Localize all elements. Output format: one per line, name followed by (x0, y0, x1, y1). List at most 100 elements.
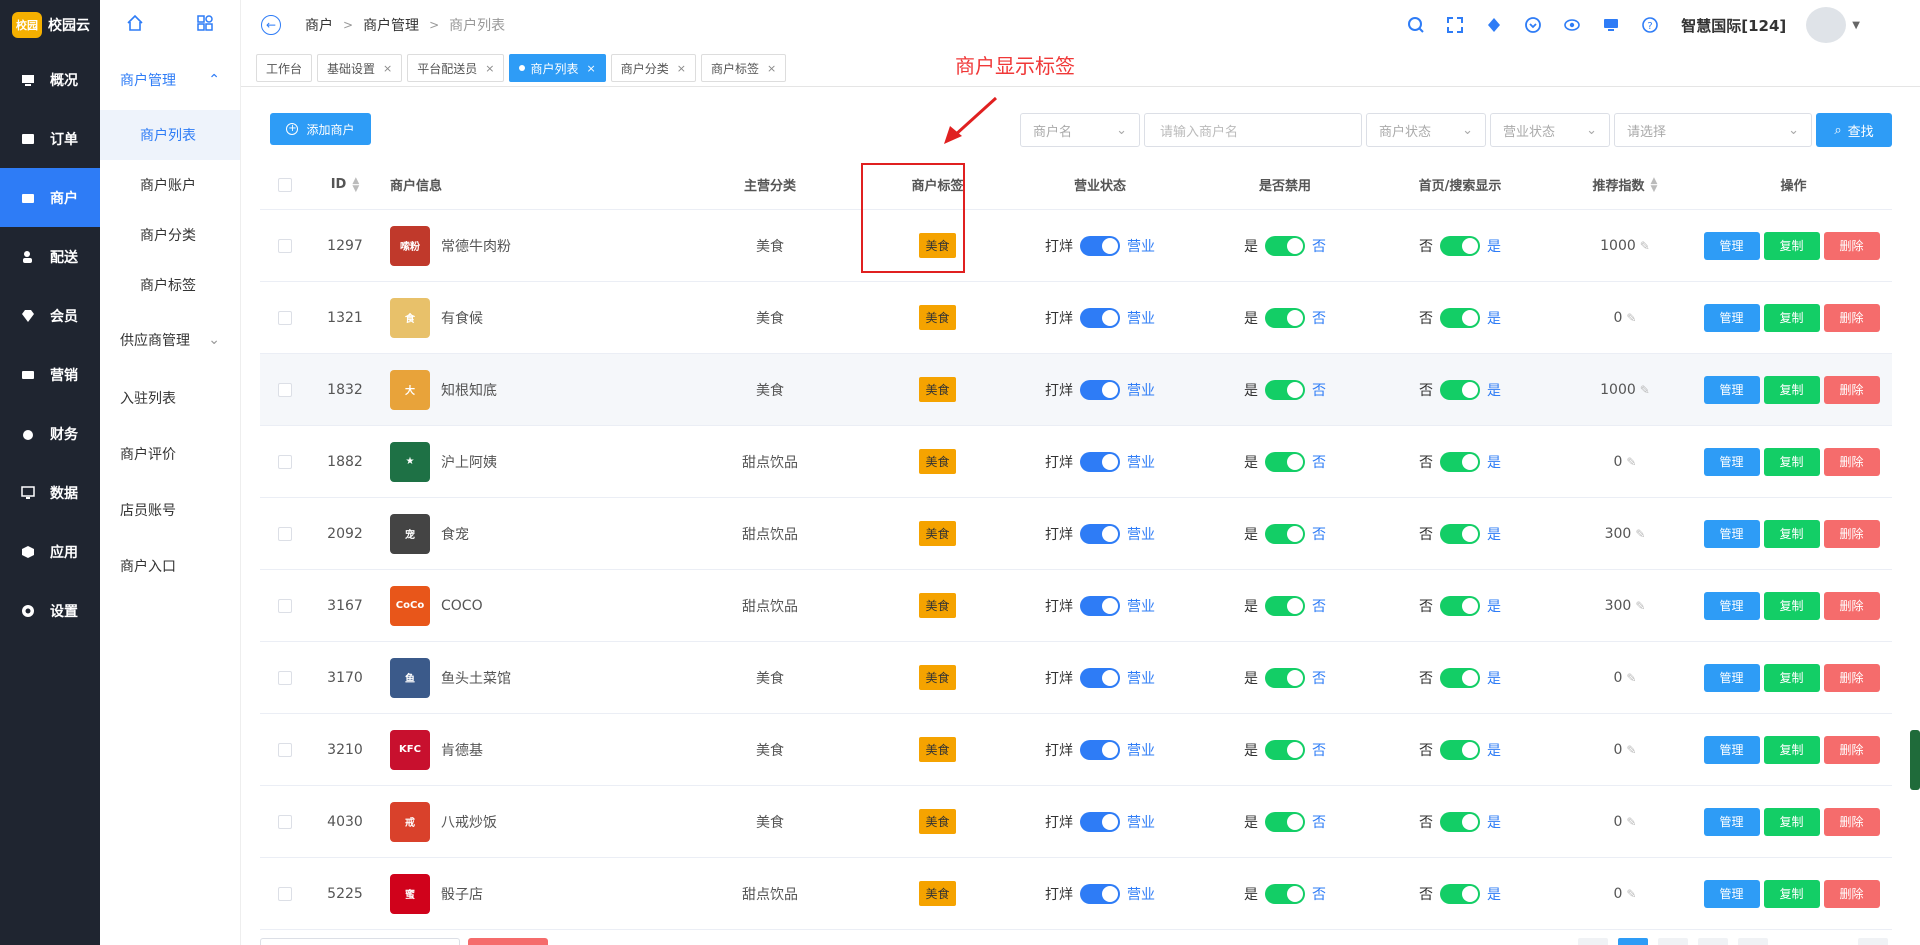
header-id[interactable]: ID ▲ ▼ (310, 160, 380, 209)
copy-button[interactable]: 复制 (1763, 519, 1820, 548)
monitor-icon[interactable] (1600, 14, 1622, 36)
sidebar-item-data[interactable]: 数据 (0, 463, 100, 522)
layout-icon[interactable] (196, 14, 214, 36)
sidebar-item-marketing[interactable]: 营销 (0, 345, 100, 404)
avatar[interactable] (1806, 7, 1847, 43)
manage-button[interactable]: 管理 (1703, 879, 1760, 908)
edit-pencil-icon[interactable]: ✎ (1635, 599, 1645, 613)
copy-button[interactable]: 复制 (1763, 231, 1820, 260)
business-state-switch[interactable] (1080, 883, 1120, 904)
close-icon[interactable]: × (677, 62, 686, 75)
business-state-switch[interactable] (1080, 811, 1120, 832)
close-icon[interactable]: × (587, 62, 596, 75)
home-display-switch[interactable] (1440, 523, 1480, 544)
delete-button[interactable]: 删除 (1823, 375, 1880, 404)
find-button[interactable]: ⌕ 查找 (1816, 113, 1892, 147)
merchant-status-select[interactable]: 商户状态 ⌄ (1366, 113, 1486, 147)
copy-button[interactable]: 复制 (1763, 663, 1820, 692)
delete-button[interactable]: 删除 (1823, 303, 1880, 332)
edit-pencil-icon[interactable]: ✎ (1626, 671, 1636, 685)
delete-button[interactable]: 删除 (1823, 663, 1880, 692)
search-field-select[interactable]: 商户名 ⌄ (1020, 113, 1140, 147)
add-merchant-button[interactable]: + 添加商户 (270, 113, 371, 145)
edit-pencil-icon[interactable]: ✎ (1635, 527, 1645, 541)
copy-button[interactable]: 复制 (1763, 807, 1820, 836)
page-prev[interactable] (1578, 938, 1608, 945)
subnav-group-supplier[interactable]: 供应商管理 ⌄ (100, 310, 240, 370)
row-checkbox[interactable] (278, 670, 292, 685)
refresh-icon[interactable] (1483, 14, 1505, 36)
delete-button[interactable]: 删除 (1823, 807, 1880, 836)
sort-icon[interactable]: ▲ ▼ (1651, 176, 1658, 193)
batch-select[interactable] (260, 938, 460, 945)
subnav-plain-item[interactable]: 入驻列表 (100, 370, 240, 426)
user-name[interactable]: 智慧国际[124] (1681, 15, 1786, 36)
breadcrumb-1[interactable]: 商户 (305, 15, 333, 35)
manage-button[interactable]: 管理 (1703, 591, 1760, 620)
copy-button[interactable]: 复制 (1763, 375, 1820, 404)
delete-button[interactable]: 删除 (1823, 519, 1880, 548)
page-1[interactable] (1618, 938, 1648, 945)
help-icon[interactable]: ? (1639, 14, 1661, 36)
tab-item[interactable]: 基础设置 × (317, 54, 403, 82)
page-scrollbar[interactable] (1910, 730, 1920, 790)
sort-icon[interactable]: ▲ ▼ (352, 176, 359, 193)
disabled-switch[interactable] (1265, 739, 1305, 760)
search-icon[interactable] (1405, 14, 1427, 36)
subnav-plain-item[interactable]: 商户评价 (100, 426, 240, 482)
download-icon[interactable] (1522, 14, 1544, 36)
sidebar-item-overview[interactable]: 概况 (0, 50, 100, 109)
manage-button[interactable]: 管理 (1703, 375, 1760, 404)
edit-pencil-icon[interactable]: ✎ (1626, 887, 1636, 901)
manage-button[interactable]: 管理 (1703, 303, 1760, 332)
close-icon[interactable]: × (485, 62, 494, 75)
sidebar-item-delivery[interactable]: 配送 (0, 227, 100, 286)
sidebar-item-member[interactable]: 会员 (0, 286, 100, 345)
subnav-plain-item[interactable]: 店员账号 (100, 482, 240, 538)
home-display-switch[interactable] (1440, 379, 1480, 400)
edit-pencil-icon[interactable]: ✎ (1640, 383, 1650, 397)
batch-delete-button[interactable] (468, 938, 548, 945)
business-state-switch[interactable] (1080, 307, 1120, 328)
tab-item[interactable]: 平台配送员 × (407, 54, 505, 82)
page-3[interactable] (1698, 938, 1728, 945)
brand-logo[interactable]: 校园 校园云 (0, 0, 100, 50)
disabled-switch[interactable] (1265, 811, 1305, 832)
delete-button[interactable]: 删除 (1823, 447, 1880, 476)
home-display-switch[interactable] (1440, 307, 1480, 328)
row-checkbox[interactable] (278, 382, 292, 397)
row-checkbox[interactable] (278, 598, 292, 613)
row-checkbox[interactable] (278, 814, 292, 829)
other-select[interactable]: 请选择 ⌄ (1614, 113, 1812, 147)
subnav-item[interactable]: 商户标签 (100, 260, 240, 310)
tab-item[interactable]: 商户标签 × (700, 54, 787, 82)
manage-button[interactable]: 管理 (1703, 519, 1760, 548)
eye-icon[interactable] (1561, 14, 1583, 36)
subnav-group-merchant[interactable]: 商户管理 ⌃ (100, 50, 240, 110)
subnav-plain-item[interactable]: 商户入口 (100, 538, 240, 594)
tab-item[interactable]: 工作台 (256, 54, 313, 82)
manage-button[interactable]: 管理 (1703, 663, 1760, 692)
home-display-switch[interactable] (1440, 811, 1480, 832)
page-4[interactable] (1738, 938, 1768, 945)
sidebar-item-app[interactable]: 应用 (0, 522, 100, 581)
row-checkbox[interactable] (278, 454, 292, 469)
sidebar-item-order[interactable]: 订单 (0, 109, 100, 168)
business-state-switch[interactable] (1080, 739, 1120, 760)
page-2[interactable] (1658, 938, 1688, 945)
business-state-switch[interactable] (1080, 235, 1120, 256)
manage-button[interactable]: 管理 (1703, 447, 1760, 476)
copy-button[interactable]: 复制 (1763, 303, 1820, 332)
row-checkbox[interactable] (278, 310, 292, 325)
disabled-switch[interactable] (1265, 883, 1305, 904)
business-state-switch[interactable] (1080, 667, 1120, 688)
edit-pencil-icon[interactable]: ✎ (1626, 815, 1636, 829)
select-all-checkbox[interactable] (278, 177, 292, 192)
edit-pencil-icon[interactable]: ✎ (1626, 743, 1636, 757)
home-display-switch[interactable] (1440, 667, 1480, 688)
header-rec[interactable]: 推荐指数 ▲ ▼ (1555, 160, 1695, 209)
home-icon[interactable] (126, 14, 144, 36)
disabled-switch[interactable] (1265, 523, 1305, 544)
breadcrumb-2[interactable]: 商户管理 (363, 15, 419, 35)
manage-button[interactable]: 管理 (1703, 807, 1760, 836)
